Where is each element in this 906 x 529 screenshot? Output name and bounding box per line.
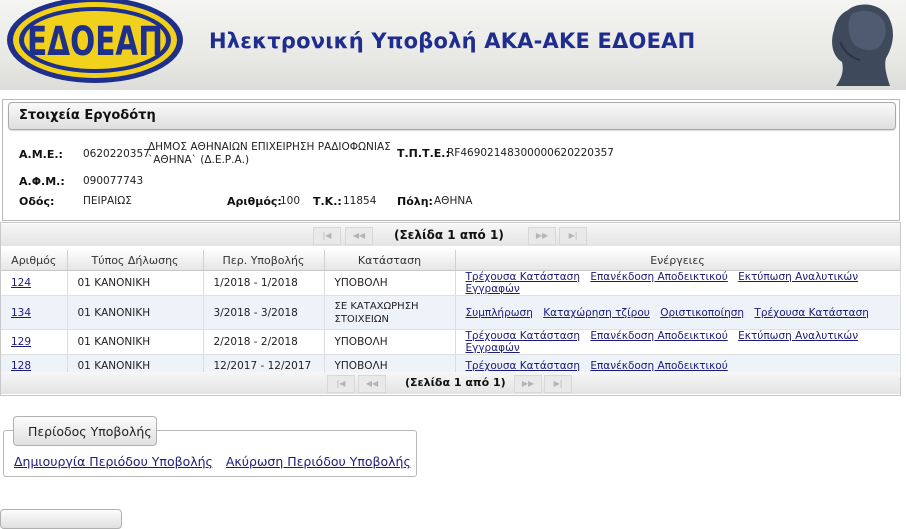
submission-period-actions: Δημιουργία Περιόδου Υποβολής Ακύρωση Περ… [14, 454, 420, 469]
declaration-status: ΥΠΟΒΟΛΗ [324, 329, 456, 355]
last-page-button[interactable]: ▶| [559, 227, 587, 245]
submission-period: 2/2018 - 2/2018 [203, 329, 325, 355]
enter-turnover-link[interactable]: Καταχώρηση τζίρου [543, 307, 650, 319]
row-actions: Τρέχουσα Κατάσταση Επανέκδοση Αποδεικτικ… [455, 270, 901, 296]
declaration-id-link[interactable]: 124 [11, 277, 31, 289]
next-page-button[interactable]: ▶▶ [528, 227, 556, 245]
declarations-table: Αριθμός Τύπος Δήλωσης Περ. Υποβολής Κατά… [1, 250, 901, 377]
page-indicator: (Σελίδα 1 από 1) [394, 228, 504, 242]
city-value: ΑΘΗΝΑ [434, 195, 473, 207]
table-row: 124 01 ΚΑΝΟΝΙΚΗ 1/2018 - 1/2018 ΥΠΟΒΟΛΗ … [1, 270, 901, 296]
column-header[interactable]: Αριθμός [1, 250, 68, 271]
pager-top: |◀ ◀◀ (Σελίδα 1 από 1) ▶▶ ▶| [1, 224, 900, 246]
svg-text:ΕΔΟΕΑΠ: ΕΔΟΕΑΠ [27, 19, 163, 65]
zip-value: 11854 [343, 195, 377, 207]
employer-section-title: Στοιχεία Εργοδότη [19, 108, 156, 123]
submission-period-tab[interactable]: Περίοδος Υποβολής [13, 416, 157, 446]
first-page-button[interactable]: |◀ [313, 227, 341, 245]
edoeap-logo: ΕΔΟΕΑΠ [7, 0, 183, 83]
last-page-button[interactable]: ▶| [544, 375, 572, 393]
current-status-link[interactable]: Τρέχουσα Κατάσταση [466, 360, 581, 372]
statue-head-image [832, 4, 893, 87]
ame-label: Α.Μ.Ε.: [19, 148, 63, 161]
column-header[interactable]: Περ. Υποβολής [203, 250, 325, 271]
ame-value: 0620220357 [83, 148, 150, 160]
number-label: Αριθμός: [227, 195, 282, 208]
street-value: ΠΕΙΡΑΙΩΣ [83, 195, 132, 207]
declaration-type: 01 ΚΑΝΟΝΙΚΗ [67, 295, 204, 330]
employer-name-line2: `ΑΘΗΝΑ` (Δ.Ε.Ρ.Α.) [148, 154, 250, 166]
street-label: Οδός: [19, 195, 55, 208]
first-page-button[interactable]: |◀ [327, 375, 355, 393]
submission-period: 3/2018 - 3/2018 [203, 295, 325, 330]
bottom-section-tab[interactable] [0, 509, 122, 529]
table-row: 129 01 ΚΑΝΟΝΙΚΗ 2/2018 - 2/2018 ΥΠΟΒΟΛΗ … [1, 329, 901, 355]
cancel-period-link[interactable]: Ακύρωση Περιόδου Υποβολής [226, 454, 411, 469]
declaration-status: ΣΕ ΚΑΤΑΧΩΡΗΣΗ ΣΤΟΙΧΕΙΩΝ [324, 295, 456, 330]
afm-value: 090077743 [83, 175, 144, 187]
create-period-link[interactable]: Δημιουργία Περιόδου Υποβολής [14, 454, 213, 469]
declaration-status: ΥΠΟΒΟΛΗ [324, 270, 456, 296]
declaration-id-link[interactable]: 129 [11, 336, 31, 348]
afm-label: Α.Φ.Μ.: [19, 175, 65, 188]
number-value: 100 [280, 195, 301, 207]
reissue-receipt-link[interactable]: Επανέκδοση Αποδεικτικού [590, 330, 727, 342]
city-label: Πόλη: [397, 195, 433, 208]
page-header: ΕΔΟΕΑΠ Ηλεκτρονική Υποβολή ΑΚΑ-ΑΚΕ ΕΔΟΕΑ… [0, 0, 906, 90]
page-title: Ηλεκτρονική Υποβολή ΑΚΑ-ΑΚΕ ΕΔΟΕΑΠ [209, 29, 696, 53]
zip-label: Τ.Κ.: [313, 195, 342, 208]
prev-page-button[interactable]: ◀◀ [358, 375, 386, 393]
row-actions: Τρέχουσα Κατάσταση Επανέκδοση Αποδεικτικ… [455, 329, 901, 355]
declaration-type: 01 ΚΑΝΟΝΙΚΗ [67, 329, 204, 355]
reissue-receipt-link[interactable]: Επανέκδοση Αποδεικτικού [590, 271, 727, 283]
column-header[interactable]: Ενέργειες [455, 250, 901, 271]
tpte-label: Τ.Π.Τ.Ε.: [397, 147, 450, 160]
current-status-link[interactable]: Τρέχουσα Κατάσταση [754, 307, 869, 319]
prev-page-button[interactable]: ◀◀ [345, 227, 373, 245]
tpte-value: RF46902148300000620220357 [447, 147, 614, 159]
employer-section-header: Στοιχεία Εργοδότη [8, 102, 896, 130]
submission-period: 1/2018 - 1/2018 [203, 270, 325, 296]
finalize-link[interactable]: Οριστικοποίηση [660, 307, 744, 319]
employer-name-line1: ΔΗΜΟΣ ΑΘΗΝΑΙΩΝ ΕΠΙΧΕΙΡΗΣΗ ΡΑΔΙΟΦΩΝΙΑΣ [148, 141, 391, 153]
pager-bottom: |◀ ◀◀ (Σελίδα 1 από 1) ▶▶ ▶| [1, 372, 900, 394]
reissue-receipt-link[interactable]: Επανέκδοση Αποδεικτικού [590, 360, 727, 372]
next-page-button[interactable]: ▶▶ [514, 375, 542, 393]
current-status-link[interactable]: Τρέχουσα Κατάσταση [466, 330, 581, 342]
column-header[interactable]: Τύπος Δήλωσης [67, 250, 204, 271]
declaration-id-link[interactable]: 134 [11, 307, 31, 319]
declaration-type: 01 ΚΑΝΟΝΙΚΗ [67, 270, 204, 296]
current-status-link[interactable]: Τρέχουσα Κατάσταση [466, 271, 581, 283]
page-indicator: (Σελίδα 1 από 1) [405, 376, 506, 389]
column-header[interactable]: Κατάσταση [324, 250, 456, 271]
complete-link[interactable]: Συμπλήρωση [466, 307, 533, 319]
submission-period-tab-label: Περίοδος Υποβολής [28, 424, 152, 439]
declarations-grid: |◀ ◀◀ (Σελίδα 1 από 1) ▶▶ ▶| Αριθμός Τύπ… [0, 222, 901, 396]
declaration-id-link[interactable]: 128 [11, 360, 31, 372]
row-actions: Συμπλήρωση Καταχώρηση τζίρου Οριστικοποί… [455, 295, 901, 330]
table-row: 134 01 ΚΑΝΟΝΙΚΗ 3/2018 - 3/2018 ΣΕ ΚΑΤΑΧ… [1, 295, 901, 330]
